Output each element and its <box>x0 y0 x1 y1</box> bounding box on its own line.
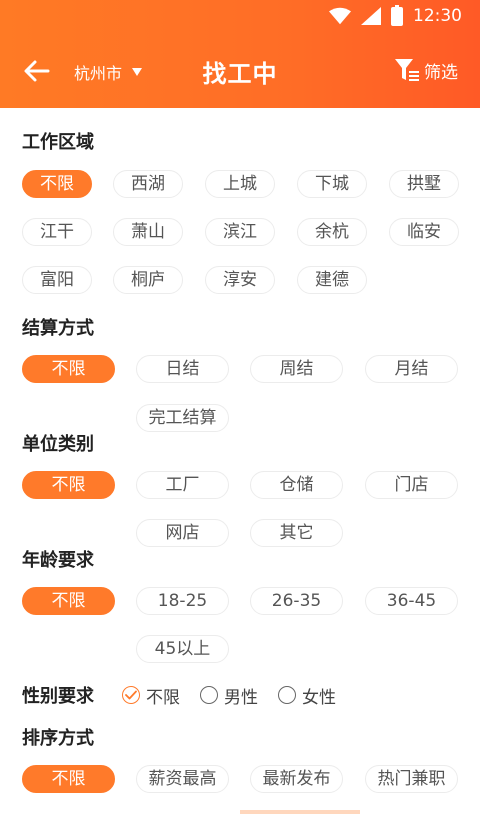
gender-radio-any[interactable]: 不限 <box>122 683 180 708</box>
area-chip-2[interactable]: 上城 <box>205 170 275 198</box>
unit-chip-4[interactable]: 网店 <box>136 519 229 547</box>
area-chip-3[interactable]: 下城 <box>297 170 367 198</box>
bottom-edge-strip <box>240 810 360 814</box>
age-chip-4[interactable]: 45以上 <box>136 635 229 663</box>
gender-section-title: 性别要求 <box>22 686 94 707</box>
area-chip-12[interactable]: 淳安 <box>205 266 275 294</box>
toolbar: 杭州市 找工中 筛选 <box>0 46 480 96</box>
area-chip-5[interactable]: 江干 <box>22 218 92 246</box>
area-section-title: 工作区域 <box>22 132 94 153</box>
unit-chip-3[interactable]: 门店 <box>365 471 458 499</box>
area-chip-0[interactable]: 不限 <box>22 170 92 198</box>
radio-unchecked-icon <box>200 686 218 704</box>
unit-section-title: 单位类别 <box>22 434 94 455</box>
settlement-chip-3[interactable]: 月结 <box>365 355 458 383</box>
filter-funnel-icon <box>395 59 419 81</box>
age-chip-3[interactable]: 36-45 <box>365 587 458 615</box>
area-chip-7[interactable]: 滨江 <box>205 218 275 246</box>
area-chip-11[interactable]: 桐庐 <box>113 266 183 294</box>
area-chip-8[interactable]: 余杭 <box>297 218 367 246</box>
area-chip-4[interactable]: 拱墅 <box>389 170 459 198</box>
sort-chip-1[interactable]: 薪资最高 <box>136 765 229 793</box>
settlement-chip-4[interactable]: 完工结算 <box>136 404 229 432</box>
gender-radio-male-label: 男性 <box>224 687 258 708</box>
unit-chip-2[interactable]: 仓储 <box>250 471 343 499</box>
sort-chip-0[interactable]: 不限 <box>22 765 115 793</box>
gender-radio-female-label: 女性 <box>302 687 336 708</box>
settlement-section-title: 结算方式 <box>22 318 94 339</box>
settlement-chip-1[interactable]: 日结 <box>136 355 229 383</box>
area-chip-1[interactable]: 西湖 <box>113 170 183 198</box>
age-chip-2[interactable]: 26-35 <box>250 587 343 615</box>
area-chip-6[interactable]: 萧山 <box>113 218 183 246</box>
status-time: 12:30 <box>413 6 462 26</box>
age-chip-1[interactable]: 18-25 <box>136 587 229 615</box>
sort-section-title: 排序方式 <box>22 728 94 749</box>
unit-chip-5[interactable]: 其它 <box>250 519 343 547</box>
age-section-title: 年龄要求 <box>22 550 94 571</box>
gender-radio-female[interactable]: 女性 <box>278 683 336 708</box>
settlement-chip-0[interactable]: 不限 <box>22 355 115 383</box>
radio-unchecked-icon <box>278 686 296 704</box>
area-chip-10[interactable]: 富阳 <box>22 266 92 294</box>
status-bar: 12:30 <box>0 0 480 32</box>
unit-chip-1[interactable]: 工厂 <box>136 471 229 499</box>
sort-chip-2[interactable]: 最新发布 <box>250 765 343 793</box>
unit-chip-0[interactable]: 不限 <box>22 471 115 499</box>
gender-radio-male[interactable]: 男性 <box>200 683 258 708</box>
radio-checked-icon <box>122 686 140 704</box>
area-chip-13[interactable]: 建德 <box>297 266 367 294</box>
wifi-icon <box>329 7 351 25</box>
sort-chip-3[interactable]: 热门兼职 <box>365 765 458 793</box>
age-chip-0[interactable]: 不限 <box>22 587 115 615</box>
filter-button[interactable]: 筛选 <box>394 57 458 83</box>
battery-icon <box>391 4 403 26</box>
signal-icon <box>361 7 381 25</box>
filter-label: 筛选 <box>424 62 458 83</box>
gender-radio-any-label: 不限 <box>146 687 180 708</box>
settlement-chip-2[interactable]: 周结 <box>250 355 343 383</box>
gender-row: 性别要求 不限 男性 女性 <box>22 682 356 708</box>
area-chip-9[interactable]: 临安 <box>389 218 459 246</box>
app-header: 12:30 杭州市 找工中 筛选 <box>0 0 480 108</box>
